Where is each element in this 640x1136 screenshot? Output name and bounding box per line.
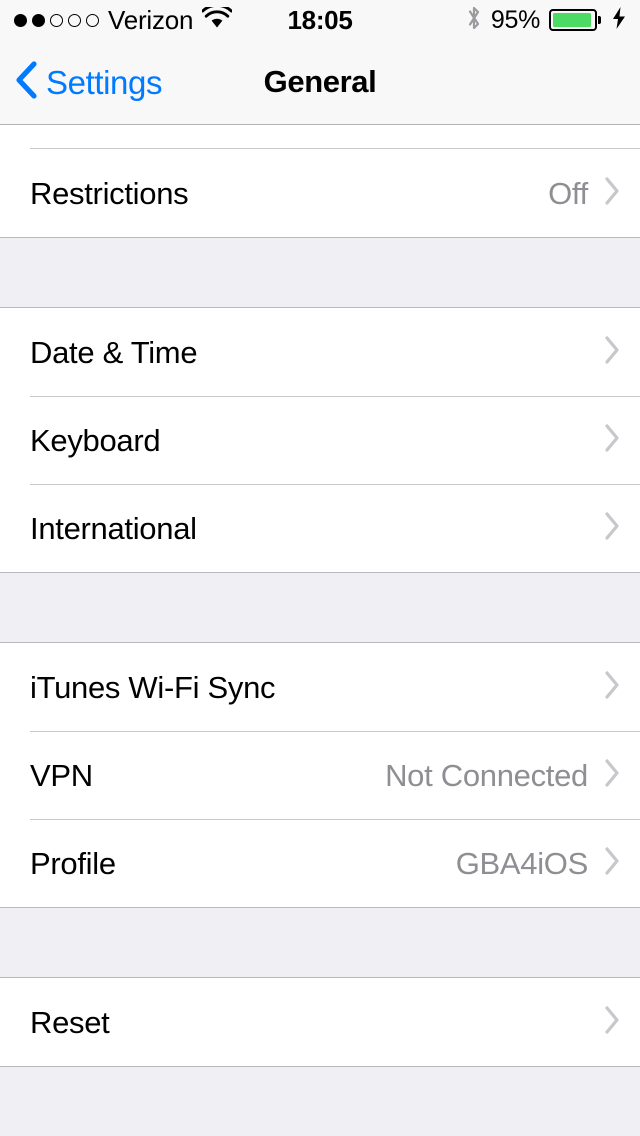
signal-dot-filled bbox=[32, 13, 45, 27]
battery-fill bbox=[553, 13, 591, 27]
row-label: Date & Time bbox=[30, 334, 198, 370]
row-label: Keyboard bbox=[30, 422, 161, 458]
back-button[interactable]: Settings bbox=[0, 60, 162, 105]
chevron-left-icon bbox=[14, 60, 38, 105]
settings-group-locale: Date & Time Keyboard International bbox=[0, 307, 640, 573]
group-separator bbox=[0, 238, 640, 307]
status-bar-right: 95% bbox=[466, 5, 626, 36]
chevron-right-icon bbox=[602, 510, 622, 547]
row-label: Profile bbox=[30, 845, 116, 881]
settings-row-reset[interactable]: Reset bbox=[0, 978, 640, 1066]
battery-body bbox=[549, 9, 597, 31]
row-label: Reset bbox=[30, 1004, 110, 1040]
settings-group-connectivity: iTunes Wi-Fi Sync VPN Not Connected Prof… bbox=[0, 642, 640, 908]
row-value: Not Connected bbox=[385, 757, 588, 793]
signal-dot-filled bbox=[14, 13, 27, 27]
settings-row-itunes-wifi-sync[interactable]: iTunes Wi-Fi Sync bbox=[0, 643, 640, 731]
chevron-right-icon bbox=[602, 334, 622, 371]
chevron-right-icon bbox=[602, 757, 622, 794]
settings-row-international[interactable]: International bbox=[0, 484, 640, 572]
settings-group-reset: Reset bbox=[0, 977, 640, 1067]
battery-icon bbox=[549, 9, 601, 31]
group-separator bbox=[0, 908, 640, 977]
settings-table-view[interactable]: Restrictions Off Date & Time Keyboard In… bbox=[0, 125, 640, 1136]
chevron-right-icon bbox=[602, 422, 622, 459]
bluetooth-icon bbox=[466, 5, 482, 36]
chevron-right-icon bbox=[602, 175, 622, 212]
wifi-icon bbox=[201, 3, 234, 34]
settings-row-date-time[interactable]: Date & Time bbox=[0, 308, 640, 396]
battery-nub bbox=[598, 16, 601, 24]
row-label: iTunes Wi-Fi Sync bbox=[30, 669, 276, 705]
row-label: Restrictions bbox=[30, 175, 189, 211]
navigation-bar: Settings General bbox=[0, 40, 640, 125]
chevron-right-icon bbox=[602, 845, 622, 882]
signal-dot-empty bbox=[86, 13, 99, 27]
chevron-right-icon bbox=[602, 1004, 622, 1041]
partial-row bbox=[0, 125, 640, 149]
chevron-right-icon bbox=[602, 669, 622, 706]
row-label: International bbox=[30, 510, 197, 546]
table-footer-space bbox=[0, 1067, 640, 1129]
signal-strength-dots bbox=[14, 13, 99, 27]
charging-bolt-icon bbox=[612, 6, 626, 34]
scrolled-row-stub: Restrictions Off bbox=[0, 125, 640, 238]
signal-dot-empty bbox=[68, 13, 81, 27]
settings-row-profile[interactable]: Profile GBA4iOS bbox=[0, 819, 640, 907]
carrier-label: Verizon bbox=[108, 5, 194, 35]
settings-row-keyboard[interactable]: Keyboard bbox=[0, 396, 640, 484]
battery-percentage-label: 95% bbox=[490, 5, 540, 34]
signal-dot-empty bbox=[50, 13, 63, 27]
status-bar: Verizon 18:05 95% bbox=[0, 0, 640, 40]
back-button-label: Settings bbox=[46, 63, 163, 101]
status-bar-left: Verizon bbox=[14, 3, 234, 35]
row-value: Off bbox=[548, 175, 588, 211]
row-value: GBA4iOS bbox=[455, 845, 589, 881]
settings-row-restrictions[interactable]: Restrictions Off bbox=[0, 149, 640, 237]
settings-row-vpn[interactable]: VPN Not Connected bbox=[0, 731, 640, 819]
group-separator bbox=[0, 573, 640, 642]
row-label: VPN bbox=[30, 757, 93, 793]
